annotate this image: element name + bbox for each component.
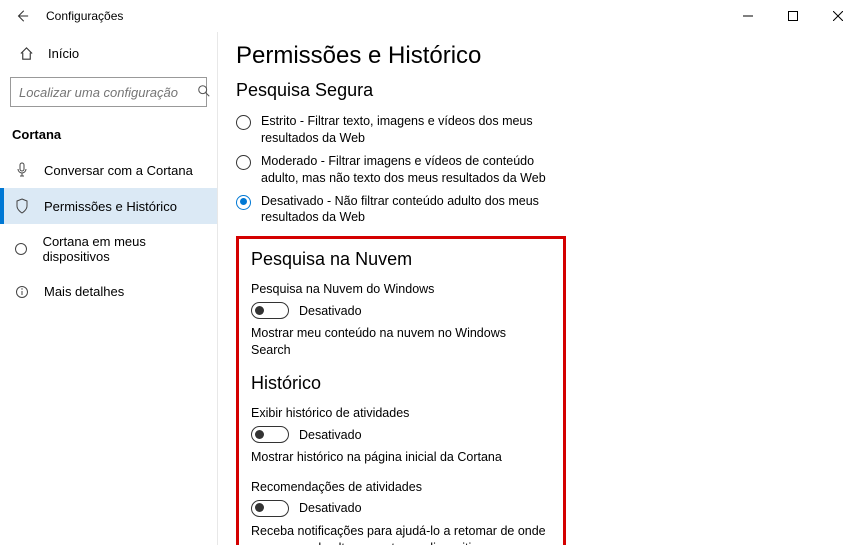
content-area: Permissões e Histórico Pesquisa Segura E… — [218, 32, 860, 545]
cloud-search-toggle[interactable] — [251, 302, 289, 319]
recommendations-label: Recomendações de atividades — [251, 480, 547, 494]
toggle-state: Desativado — [299, 428, 362, 442]
home-icon — [18, 46, 34, 61]
search-box[interactable] — [10, 77, 207, 107]
sidebar-item-more-details[interactable]: Mais detalhes — [0, 274, 217, 309]
page-title: Permissões e Histórico — [236, 42, 830, 70]
highlighted-section: Pesquisa na Nuvem Pesquisa na Nuvem do W… — [236, 236, 566, 545]
radio-label: Desativado - Não filtrar conteúdo adulto… — [261, 193, 556, 227]
history-title: Histórico — [251, 373, 547, 394]
sidebar-section-cortana: Cortana — [0, 121, 217, 152]
radio-icon — [236, 115, 251, 130]
radio-label: Moderado - Filtrar imagens e vídeos de c… — [261, 153, 556, 187]
toggle-row: Desativado — [251, 500, 547, 517]
home-label: Início — [48, 46, 79, 61]
cloud-search-sublabel: Pesquisa na Nuvem do Windows — [251, 282, 547, 296]
toggle-state: Desativado — [299, 304, 362, 318]
radio-icon — [236, 155, 251, 170]
window-title: Configurações — [36, 9, 123, 23]
window-controls — [725, 0, 860, 32]
activity-history-label: Exibir histórico de atividades — [251, 406, 547, 420]
radio-icon — [236, 195, 251, 210]
cloud-search-title: Pesquisa na Nuvem — [251, 249, 547, 270]
sidebar: Início Cortana Conversar com a Cortana P… — [0, 32, 218, 545]
radio-label: Estrito - Filtrar texto, imagens e vídeo… — [261, 113, 556, 147]
toggle-state: Desativado — [299, 501, 362, 515]
circle-icon — [14, 242, 29, 256]
activity-history-toggle[interactable] — [251, 426, 289, 443]
minimize-button[interactable] — [725, 0, 770, 32]
sidebar-item-label: Conversar com a Cortana — [44, 163, 193, 178]
sidebar-item-label: Mais detalhes — [44, 284, 124, 299]
sidebar-item-talk-cortana[interactable]: Conversar com a Cortana — [0, 152, 217, 188]
search-icon — [197, 84, 211, 101]
back-button[interactable] — [8, 2, 36, 30]
close-button[interactable] — [815, 0, 860, 32]
radio-moderate[interactable]: Moderado - Filtrar imagens e vídeos de c… — [236, 153, 556, 187]
microphone-icon — [14, 162, 30, 178]
recommendations-toggle[interactable] — [251, 500, 289, 517]
titlebar: Configurações — [0, 0, 860, 32]
sidebar-item-label: Cortana em meus dispositivos — [43, 234, 201, 264]
activity-history-desc: Mostrar histórico na página inicial da C… — [251, 449, 547, 466]
radio-off[interactable]: Desativado - Não filtrar conteúdo adulto… — [236, 193, 556, 227]
sidebar-item-devices[interactable]: Cortana em meus dispositivos — [0, 224, 217, 274]
radio-strict[interactable]: Estrito - Filtrar texto, imagens e vídeo… — [236, 113, 556, 147]
info-icon — [14, 285, 30, 299]
sidebar-item-label: Permissões e Histórico — [44, 199, 177, 214]
cloud-search-desc: Mostrar meu conteúdo na nuvem no Windows… — [251, 325, 547, 359]
search-input[interactable] — [19, 85, 197, 100]
safesearch-title: Pesquisa Segura — [236, 80, 830, 101]
toggle-row: Desativado — [251, 302, 547, 319]
recommendations-desc: Receba notificações para ajudá-lo a reto… — [251, 523, 547, 545]
toggle-row: Desativado — [251, 426, 547, 443]
shield-icon — [14, 198, 30, 214]
home-button[interactable]: Início — [0, 38, 217, 69]
sidebar-item-permissions[interactable]: Permissões e Histórico — [0, 188, 217, 224]
maximize-button[interactable] — [770, 0, 815, 32]
